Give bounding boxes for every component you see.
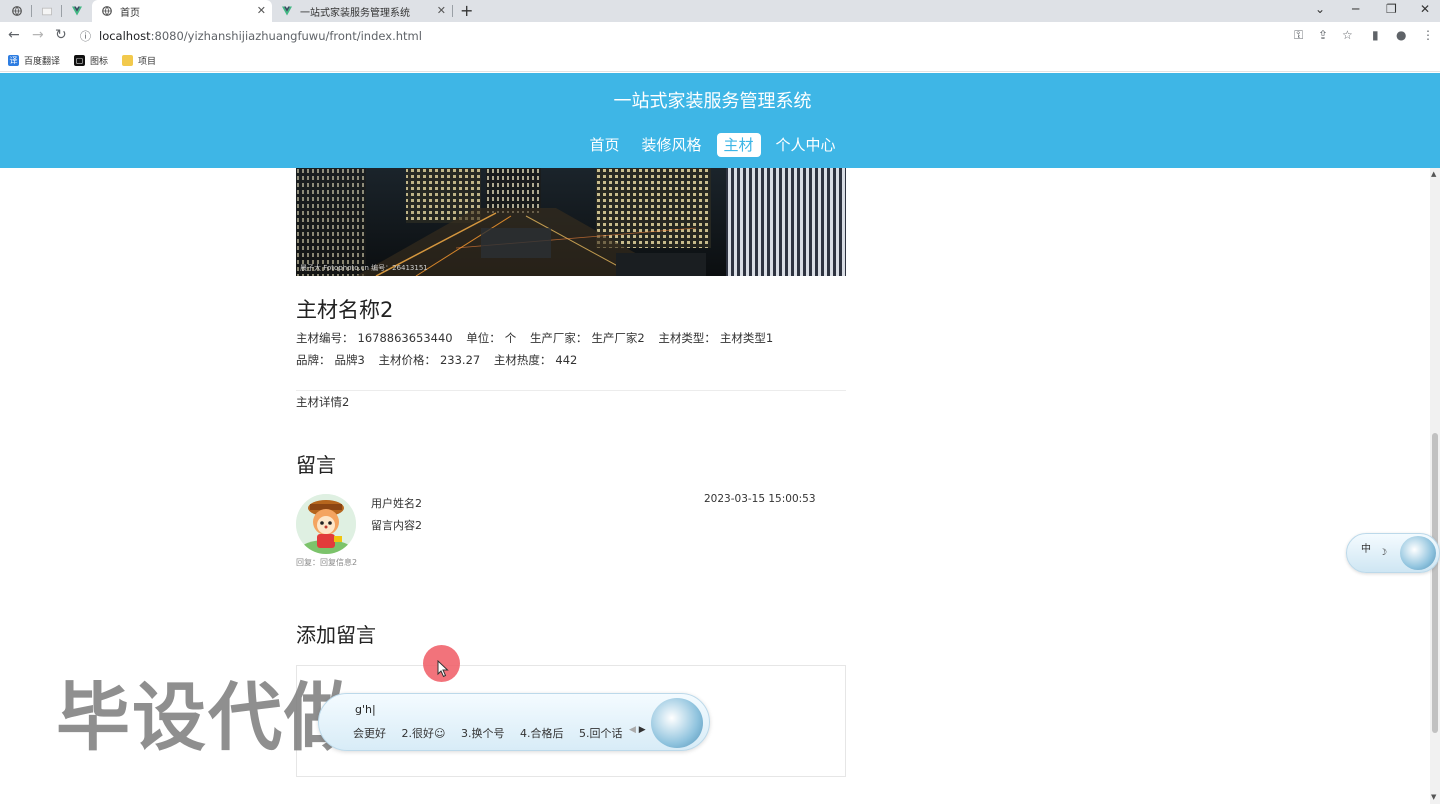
blank-page-icon bbox=[42, 6, 52, 16]
bookmark-star-icon[interactable]: ☆ bbox=[1342, 28, 1353, 42]
minimize-icon[interactable]: ─ bbox=[1352, 2, 1359, 16]
site-title: 一站式家装服务管理系统 bbox=[613, 91, 812, 112]
browser-tab-pinned-3[interactable] bbox=[64, 0, 90, 22]
brand-label: 品牌： bbox=[296, 353, 331, 367]
product-meta-row-1: 主材编号： 1678863653440 单位：个 生产厂家： 生产厂家2 主材类型：… bbox=[296, 330, 777, 346]
code-value: 1678863653440 bbox=[357, 331, 453, 345]
globe-icon bbox=[12, 6, 22, 16]
address-bar[interactable]: ⓘ localhost:8080/yizhanshijiazhuangfuwu/… bbox=[80, 25, 1280, 47]
bookmarks-bar: 译 百度翻译 ▢ 图标 项目 bbox=[0, 50, 1440, 72]
ime-candidate[interactable]: 4.合格后 bbox=[520, 727, 564, 740]
price-label: 主材价格： bbox=[378, 353, 436, 367]
bookmark-label: 百度翻译 bbox=[24, 57, 61, 67]
menu-kebab-icon[interactable]: ⋮ bbox=[1422, 28, 1434, 42]
bookmark-folder-projects[interactable]: 项目 bbox=[122, 54, 156, 67]
window-close-icon[interactable]: ✕ bbox=[1420, 2, 1430, 16]
ime-mode-label: 中 bbox=[1361, 544, 1371, 555]
brand-value: 品牌3 bbox=[334, 353, 365, 367]
forward-arrow-icon[interactable]: → bbox=[32, 27, 44, 43]
scroll-up-arrow-icon[interactable]: ▲ bbox=[1431, 170, 1436, 178]
avatar bbox=[296, 494, 356, 554]
back-arrow-icon[interactable]: ← bbox=[8, 27, 20, 43]
side-panel-icon[interactable]: ▮ bbox=[1372, 28, 1379, 42]
divider bbox=[296, 390, 846, 391]
bookmark-label: 图标 bbox=[90, 57, 109, 67]
nav-item-personal-center[interactable]: 个人中心 bbox=[769, 133, 843, 157]
product-detail: 主材详情2 bbox=[296, 395, 350, 409]
reload-icon[interactable]: ↻ bbox=[55, 27, 67, 43]
globe-icon bbox=[102, 6, 112, 16]
product-name: 主材名称2 bbox=[296, 298, 394, 322]
scroll-down-arrow-icon[interactable]: ▼ bbox=[1431, 793, 1436, 801]
browser-tab-system[interactable]: 一站式家装服务管理系统 ✕ bbox=[272, 0, 452, 22]
nav-item-main-materials[interactable]: 主材 bbox=[716, 133, 761, 157]
ime-candidates: 会更好 2.很好☺ 3.换个号 4.合格后 5.回个话 bbox=[353, 725, 634, 741]
close-icon[interactable]: ✕ bbox=[257, 4, 266, 17]
comment-username: 用户姓名2 bbox=[371, 497, 422, 510]
ime-candidate[interactable]: 5.回个话 bbox=[579, 727, 623, 740]
restore-icon[interactable]: ❐ bbox=[1386, 2, 1397, 16]
browser-tab-pinned-2[interactable] bbox=[34, 0, 60, 22]
unit-value: 个 bbox=[504, 331, 517, 345]
page-scrollbar[interactable]: ▲ ▼ bbox=[1430, 168, 1440, 804]
ime-page-arrows-icon[interactable]: ◀ ▶ bbox=[629, 725, 646, 735]
type-value: 主材类型1 bbox=[719, 331, 774, 345]
watermark: 毕设代做 bbox=[56, 675, 360, 761]
price-value: 233.27 bbox=[439, 353, 481, 367]
ime-status-bar[interactable]: 中 ☽ bbox=[1346, 533, 1440, 573]
heat-label: 主材热度： bbox=[493, 353, 552, 367]
ime-skin-decoration-icon bbox=[1400, 536, 1436, 570]
unit-label: 单位： bbox=[466, 331, 501, 345]
comment-content: 留言内容2 bbox=[371, 519, 422, 532]
profile-icon[interactable]: ● bbox=[1396, 28, 1406, 42]
ime-candidate[interactable]: 会更好 bbox=[353, 727, 386, 740]
browser-tab-home[interactable]: 首页 ✕ bbox=[92, 0, 272, 22]
product-meta-row-2: 品牌： 品牌3 主材价格： 233.27 主材热度： 442 bbox=[296, 352, 581, 368]
bookmark-label: 项目 bbox=[138, 57, 157, 67]
share-icon[interactable]: ⇪ bbox=[1318, 28, 1328, 42]
nav-item-decoration-style[interactable]: 装修风格 bbox=[634, 133, 708, 157]
browser-tab-label: 首页 bbox=[120, 7, 140, 19]
nav-item-home[interactable]: 首页 bbox=[582, 133, 626, 157]
product-image: 晨子大 Fotophoto.cn 编号：26413151 bbox=[296, 168, 846, 276]
browser-tab-pinned-1[interactable] bbox=[4, 0, 30, 22]
bookmark-baidu-translate[interactable]: 译 百度翻译 bbox=[8, 54, 60, 67]
iconfont-icon: ▢ bbox=[74, 55, 85, 66]
maker-label: 生产厂家： bbox=[529, 331, 588, 345]
url-host: localhost bbox=[99, 29, 151, 43]
maker-value: 生产厂家2 bbox=[591, 331, 645, 345]
close-icon[interactable]: ✕ bbox=[437, 4, 446, 17]
folder-icon bbox=[122, 55, 133, 66]
translate-icon: 译 bbox=[8, 55, 19, 66]
main-nav: 首页 装修风格 主材 个人中心 bbox=[0, 133, 1425, 157]
tab-search-chevron-icon[interactable]: ⌄ bbox=[1315, 2, 1325, 16]
ime-typed-text: g'h| bbox=[355, 703, 376, 716]
vue-logo-icon bbox=[282, 6, 292, 16]
image-credit: 晨子大 Fotophoto.cn 编号：26413151 bbox=[300, 264, 428, 272]
mouse-cursor-icon bbox=[437, 660, 449, 678]
ime-candidate-panel: g'h| 会更好 2.很好☺ 3.换个号 4.合格后 5.回个话 ◀ ▶ bbox=[318, 693, 710, 751]
bookmark-icons[interactable]: ▢ 图标 bbox=[74, 54, 108, 67]
ime-skin-decoration-icon bbox=[651, 698, 703, 748]
browser-tab-label: 一站式家装服务管理系统 bbox=[300, 7, 410, 19]
ime-candidate[interactable]: 3.换个号 bbox=[461, 727, 505, 740]
new-tab-plus-icon[interactable]: + bbox=[460, 1, 473, 20]
add-comment-title: 添加留言 bbox=[296, 623, 376, 647]
scroll-thumb[interactable] bbox=[1432, 433, 1438, 733]
heat-value: 442 bbox=[555, 353, 578, 367]
code-label: 主材编号： bbox=[296, 331, 354, 345]
site-header: 一站式家装服务管理系统 首页 装修风格 主材 个人中心 bbox=[0, 73, 1440, 168]
browser-tab-bar: 首页 ✕ 一站式家装服务管理系统 ✕ + ⌄ ─ ❐ ✕ bbox=[0, 0, 1440, 22]
ime-candidate[interactable]: 2.很好☺ bbox=[402, 727, 446, 740]
vue-logo-icon bbox=[72, 6, 82, 16]
info-icon[interactable]: ⓘ bbox=[80, 28, 91, 44]
half-width-moon-icon: ☽ bbox=[1379, 548, 1388, 558]
url-path: :8080/yizhanshijiazhuangfuwu/front/index… bbox=[150, 29, 422, 43]
key-icon[interactable]: ⚿ bbox=[1294, 28, 1303, 43]
comment-reply: 回复：回复信息2 bbox=[296, 558, 358, 567]
type-label: 主材类型： bbox=[658, 331, 716, 345]
comments-title: 留言 bbox=[296, 453, 336, 477]
comment-timestamp: 2023-03-15 15:00:53 bbox=[704, 493, 816, 505]
browser-toolbar: ← → ↻ ⓘ localhost:8080/yizhanshijiazhuan… bbox=[0, 22, 1440, 50]
